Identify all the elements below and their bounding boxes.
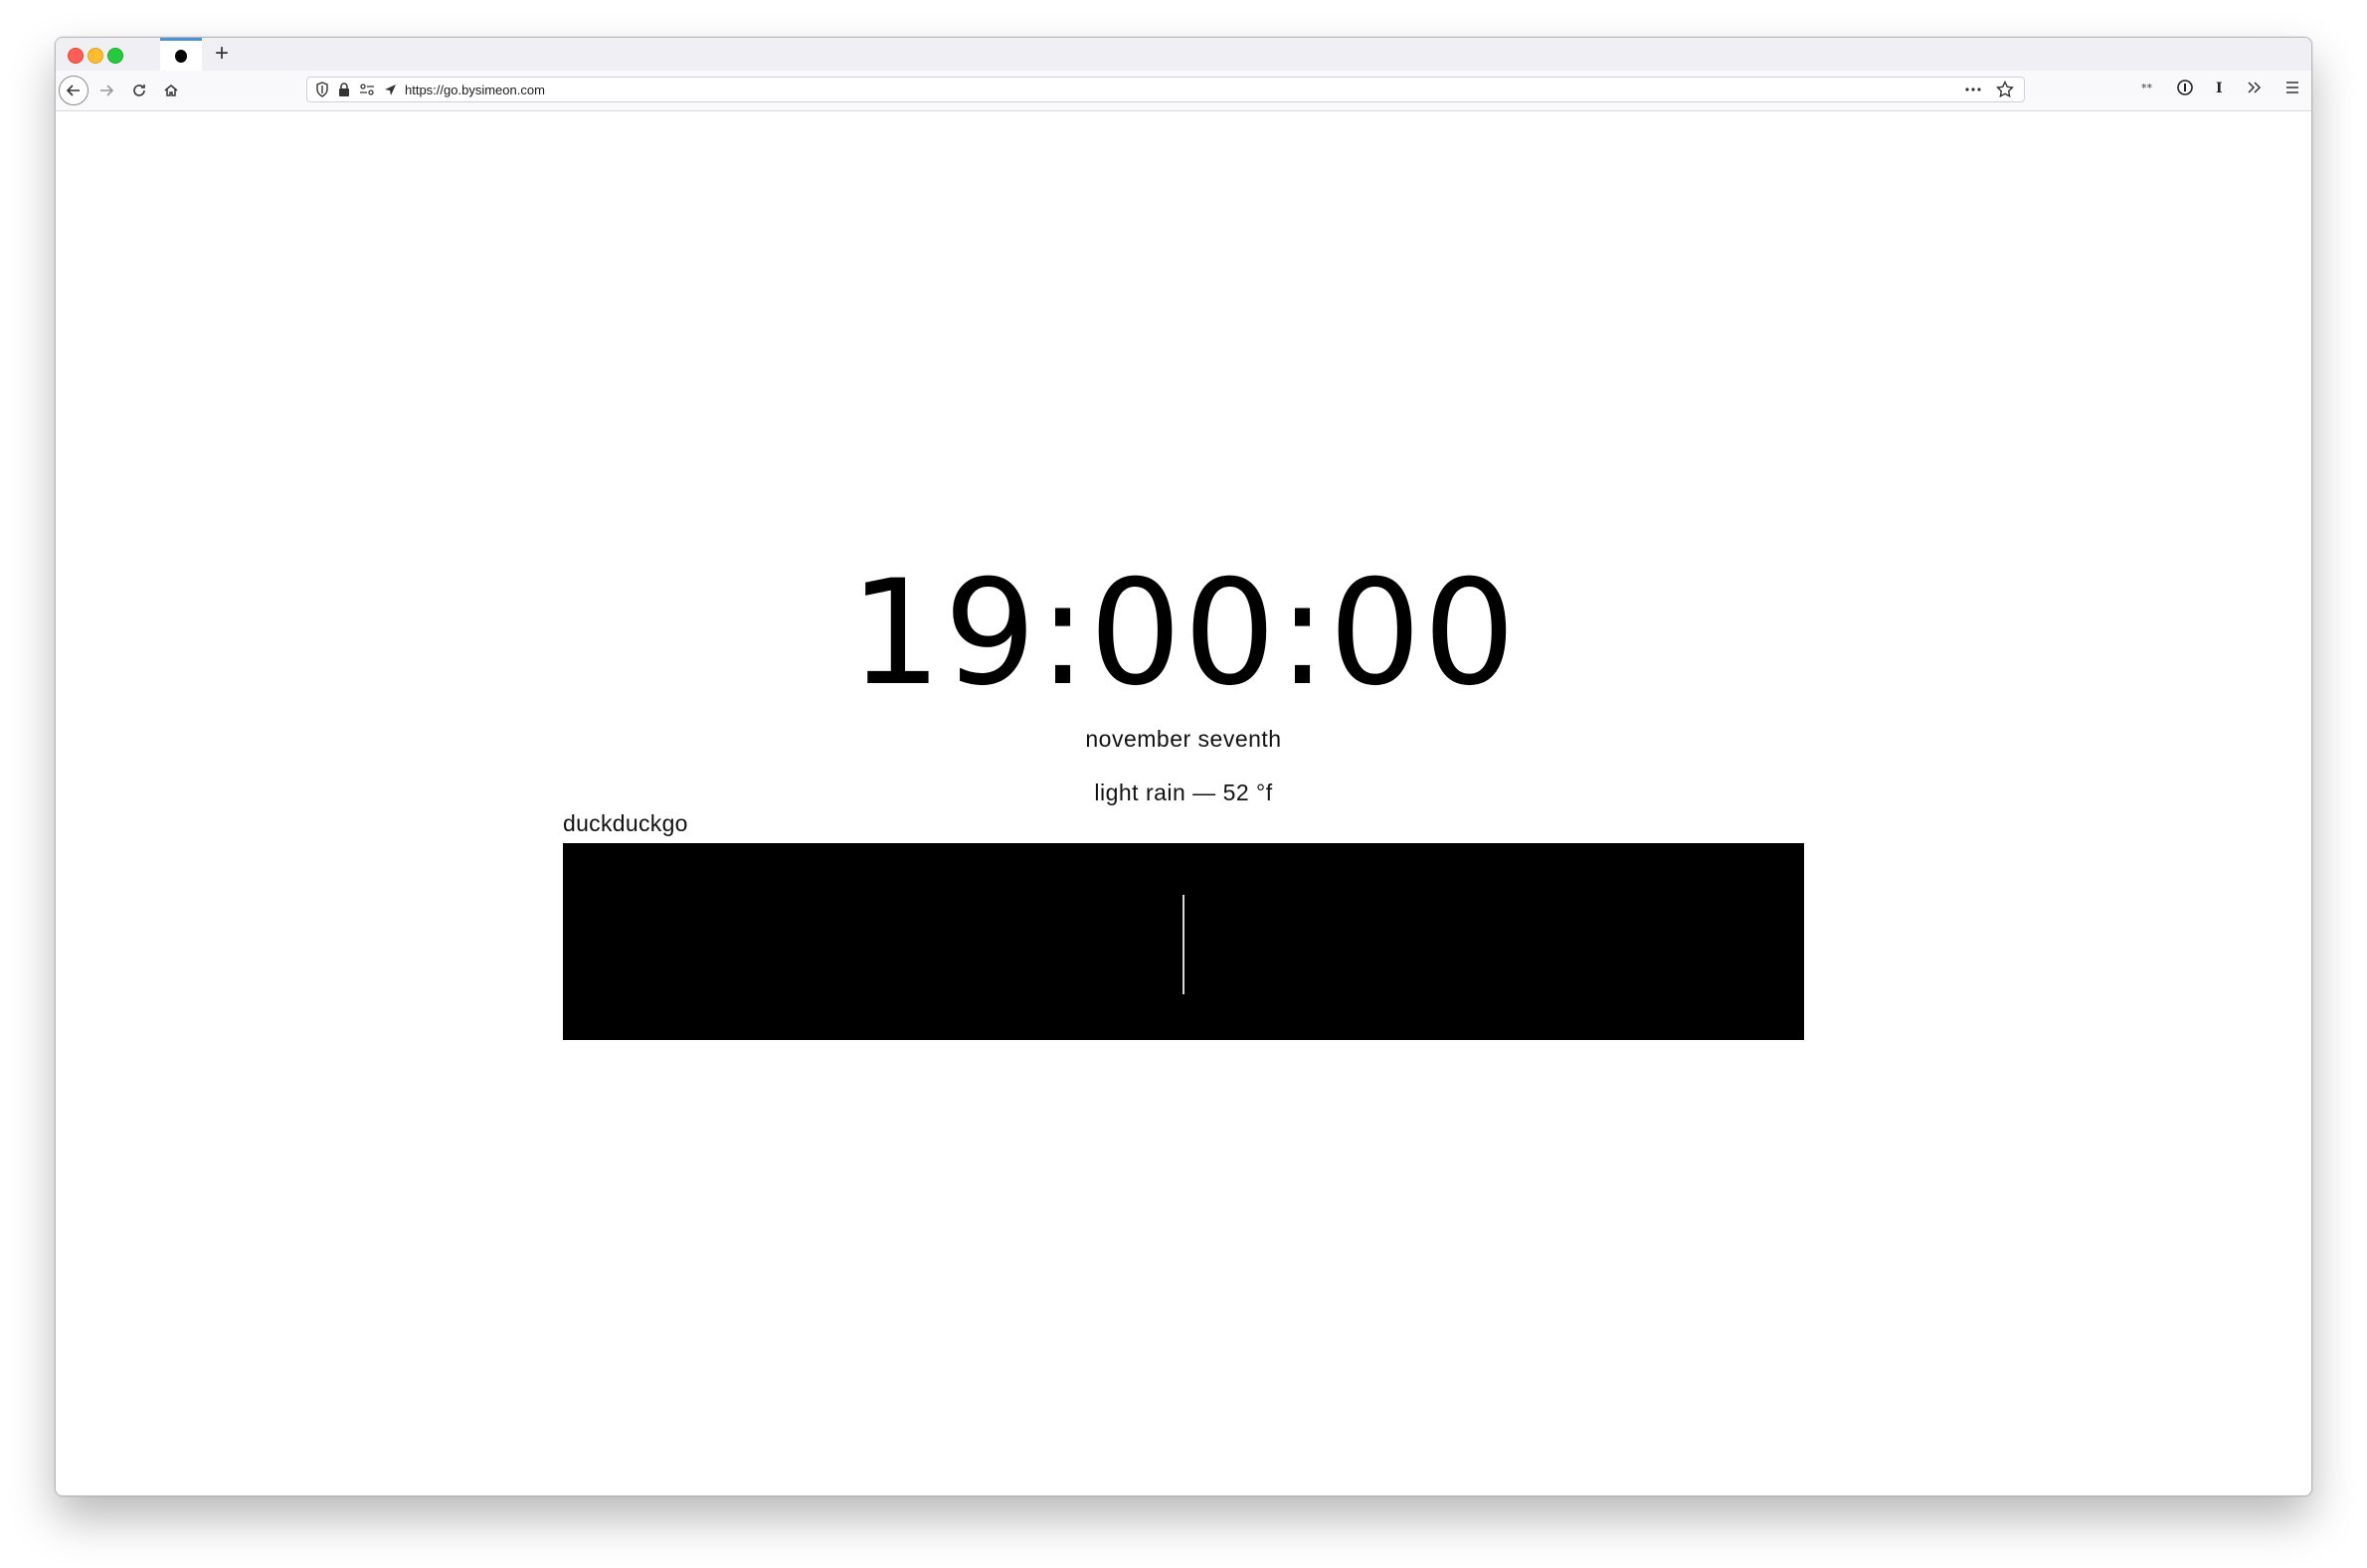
toolbar-extensions: ** I — [2140, 79, 2301, 96]
text-caret — [1183, 895, 1184, 994]
url-bar-actions — [1964, 81, 2014, 98]
browser-window: + https://go.bysimeon.com ** I 19:00:00 … — [55, 37, 2312, 1496]
back-button[interactable] — [59, 76, 89, 105]
location-arrow-icon[interactable] — [384, 84, 397, 96]
page-content: 19:00:00 november seventh light rain — 5… — [56, 111, 2311, 1495]
permissions-icon[interactable] — [359, 83, 375, 96]
clock: 19:00:00 — [849, 549, 1518, 718]
search-engine-label: duckduckgo — [563, 810, 688, 836]
forward-arrow-icon — [100, 85, 114, 96]
svg-text:**: ** — [2141, 82, 2153, 94]
weather-text: light rain — 52 °f — [1094, 780, 1273, 805]
lock-icon[interactable] — [338, 82, 350, 97]
url-bar-icons — [315, 82, 397, 97]
tab-active[interactable] — [160, 38, 202, 71]
back-arrow-icon — [66, 85, 80, 96]
url-text[interactable]: https://go.bysimeon.com — [405, 83, 545, 97]
extension-icon[interactable]: ** — [2140, 80, 2156, 95]
tab-strip: + — [56, 38, 2311, 72]
forward-button[interactable] — [91, 76, 121, 105]
svg-text:I: I — [2216, 81, 2223, 96]
close-window-button[interactable] — [68, 48, 84, 64]
star-icon[interactable] — [1996, 81, 2014, 98]
reload-icon — [133, 85, 145, 96]
new-tab-button[interactable]: + — [207, 39, 237, 69]
favicon-icon — [175, 50, 187, 63]
more-icon[interactable] — [1964, 81, 1982, 98]
overflow-icon[interactable] — [2246, 79, 2264, 96]
minimize-window-button[interactable] — [88, 48, 103, 64]
date-text: november seventh — [1085, 726, 1282, 752]
shield-icon[interactable] — [315, 82, 329, 97]
reload-button[interactable] — [124, 76, 154, 105]
hamburger-menu-icon[interactable] — [2283, 79, 2301, 96]
home-button[interactable] — [156, 76, 186, 105]
zoom-window-button[interactable] — [107, 48, 123, 64]
home-icon — [164, 85, 178, 96]
reader-icon[interactable]: I — [2214, 79, 2226, 96]
navigation-toolbar: https://go.bysimeon.com ** I — [56, 71, 2311, 111]
url-bar[interactable]: https://go.bysimeon.com — [306, 77, 2025, 102]
info-icon[interactable] — [2176, 79, 2194, 96]
